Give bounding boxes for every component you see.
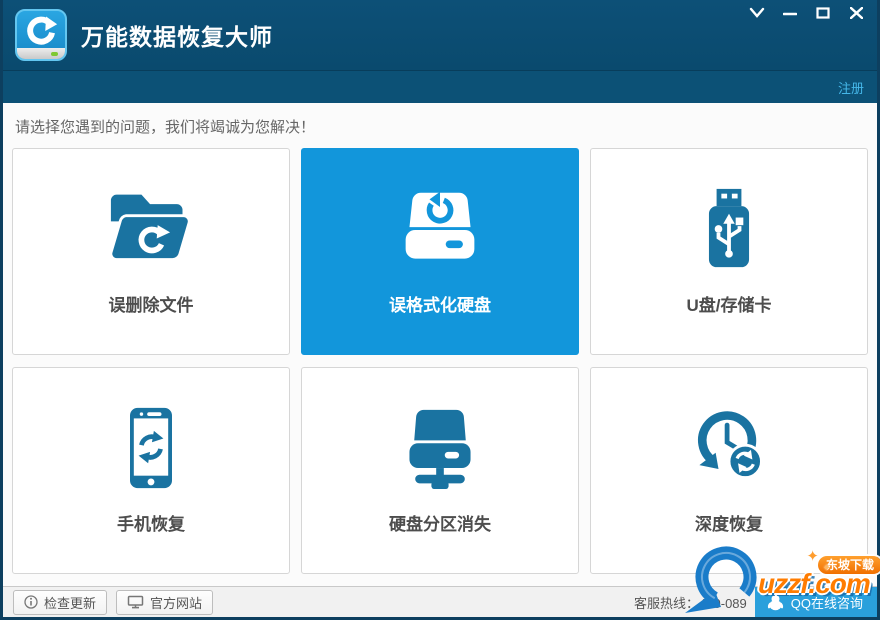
app-logo-icon	[15, 9, 67, 61]
register-link[interactable]: 注册	[838, 78, 864, 97]
official-site-label: 官方网站	[150, 593, 202, 612]
main-content: 请选择您遇到的问题，我们将竭诚为您解决！ 误删除文件	[3, 103, 877, 586]
folder-restore-icon	[103, 187, 199, 271]
option-grid: 误删除文件 误格式化硬盘	[12, 148, 868, 574]
card-formatted-drive[interactable]: 误格式化硬盘	[301, 148, 579, 355]
check-update-button[interactable]: 检查更新	[13, 590, 107, 615]
card-label: 误格式化硬盘	[389, 291, 491, 316]
drive-format-icon	[392, 187, 488, 271]
drive-partition-icon	[392, 406, 488, 490]
usb-drive-icon	[681, 187, 777, 271]
footer-bar: 检查更新 官方网站 客服热线：400-089 QQ在线咨询	[3, 586, 877, 617]
close-icon[interactable]	[847, 5, 865, 20]
qq-penguin-icon	[767, 594, 784, 611]
sub-bar: 注册	[3, 70, 877, 103]
deep-recovery-icon	[681, 406, 777, 490]
card-label: 误删除文件	[109, 291, 194, 316]
qq-chat-button[interactable]: QQ在线咨询	[755, 587, 877, 617]
hotline-text: 客服热线：400-089	[634, 593, 755, 612]
app-window: 万能数据恢复大师 注册 请选择您遇到的问题，我们将竭诚为您解决！	[0, 0, 880, 620]
card-label: 硬盘分区消失	[389, 510, 491, 535]
card-label: U盘/存储卡	[687, 291, 772, 316]
card-deep-recovery[interactable]: 深度恢复	[590, 367, 868, 574]
card-usb-storage[interactable]: U盘/存储卡	[590, 148, 868, 355]
official-site-button[interactable]: 官方网站	[116, 590, 213, 615]
prompt-text: 请选择您遇到的问题，我们将竭诚为您解决！	[12, 103, 868, 148]
card-lost-partition[interactable]: 硬盘分区消失	[301, 367, 579, 574]
title-bar: 万能数据恢复大师	[3, 0, 877, 70]
collapse-icon[interactable]	[748, 5, 766, 20]
check-update-label: 检查更新	[44, 593, 96, 612]
maximize-icon[interactable]	[814, 5, 832, 20]
phone-recovery-icon	[103, 406, 199, 490]
card-label: 深度恢复	[695, 510, 763, 535]
monitor-icon	[127, 595, 144, 609]
card-label: 手机恢复	[117, 510, 185, 535]
qq-chat-label: QQ在线咨询	[791, 593, 863, 612]
minimize-icon[interactable]	[781, 5, 799, 20]
info-icon	[24, 595, 38, 609]
card-deleted-files[interactable]: 误删除文件	[12, 148, 290, 355]
card-phone-recovery[interactable]: 手机恢复	[12, 367, 290, 574]
window-controls	[748, 5, 865, 20]
app-title: 万能数据恢复大师	[81, 18, 273, 52]
